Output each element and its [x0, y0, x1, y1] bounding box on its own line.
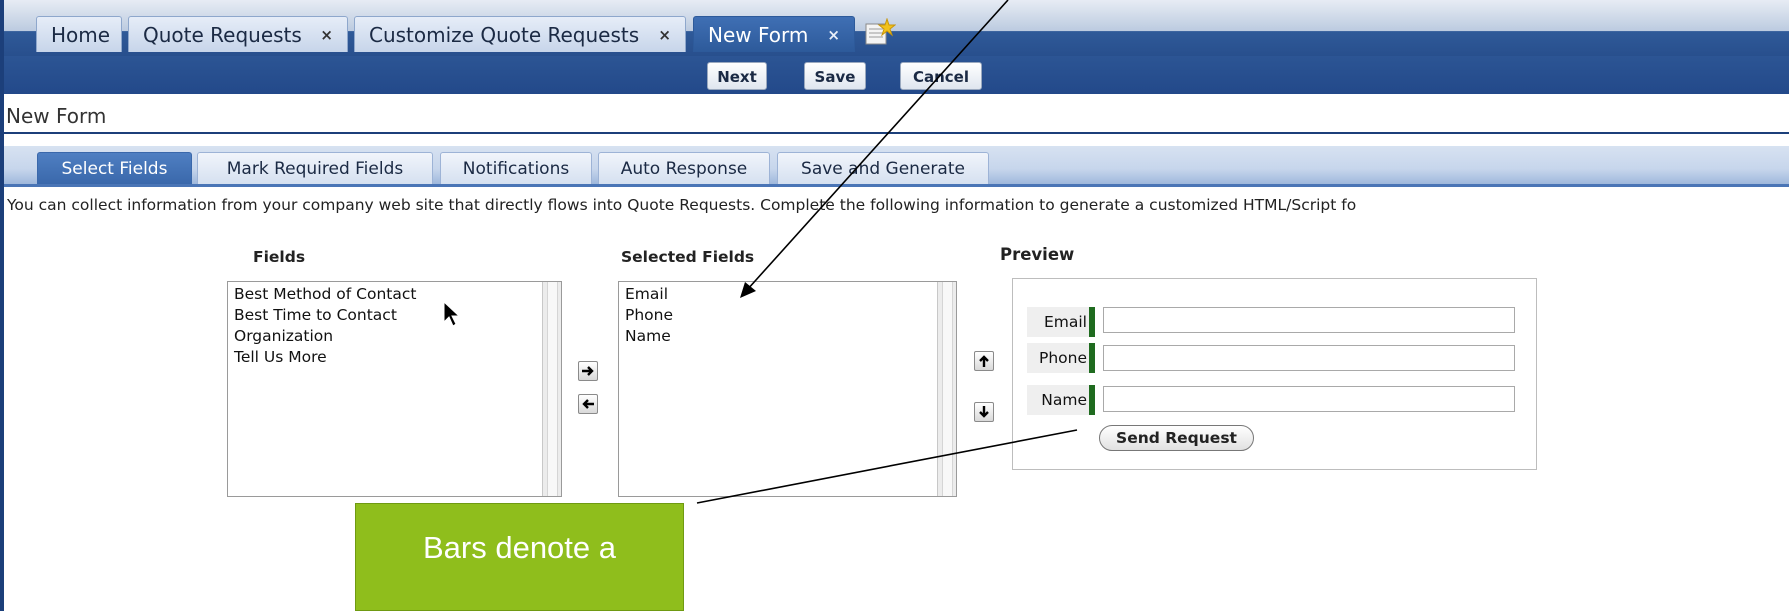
callout-pointer-line — [696, 429, 1078, 504]
annotation-arrowhead — [740, 282, 756, 298]
annotation-arrow-line — [746, 0, 1009, 291]
annotation-overlay — [443, 0, 1078, 504]
mouse-cursor-icon — [443, 300, 461, 327]
